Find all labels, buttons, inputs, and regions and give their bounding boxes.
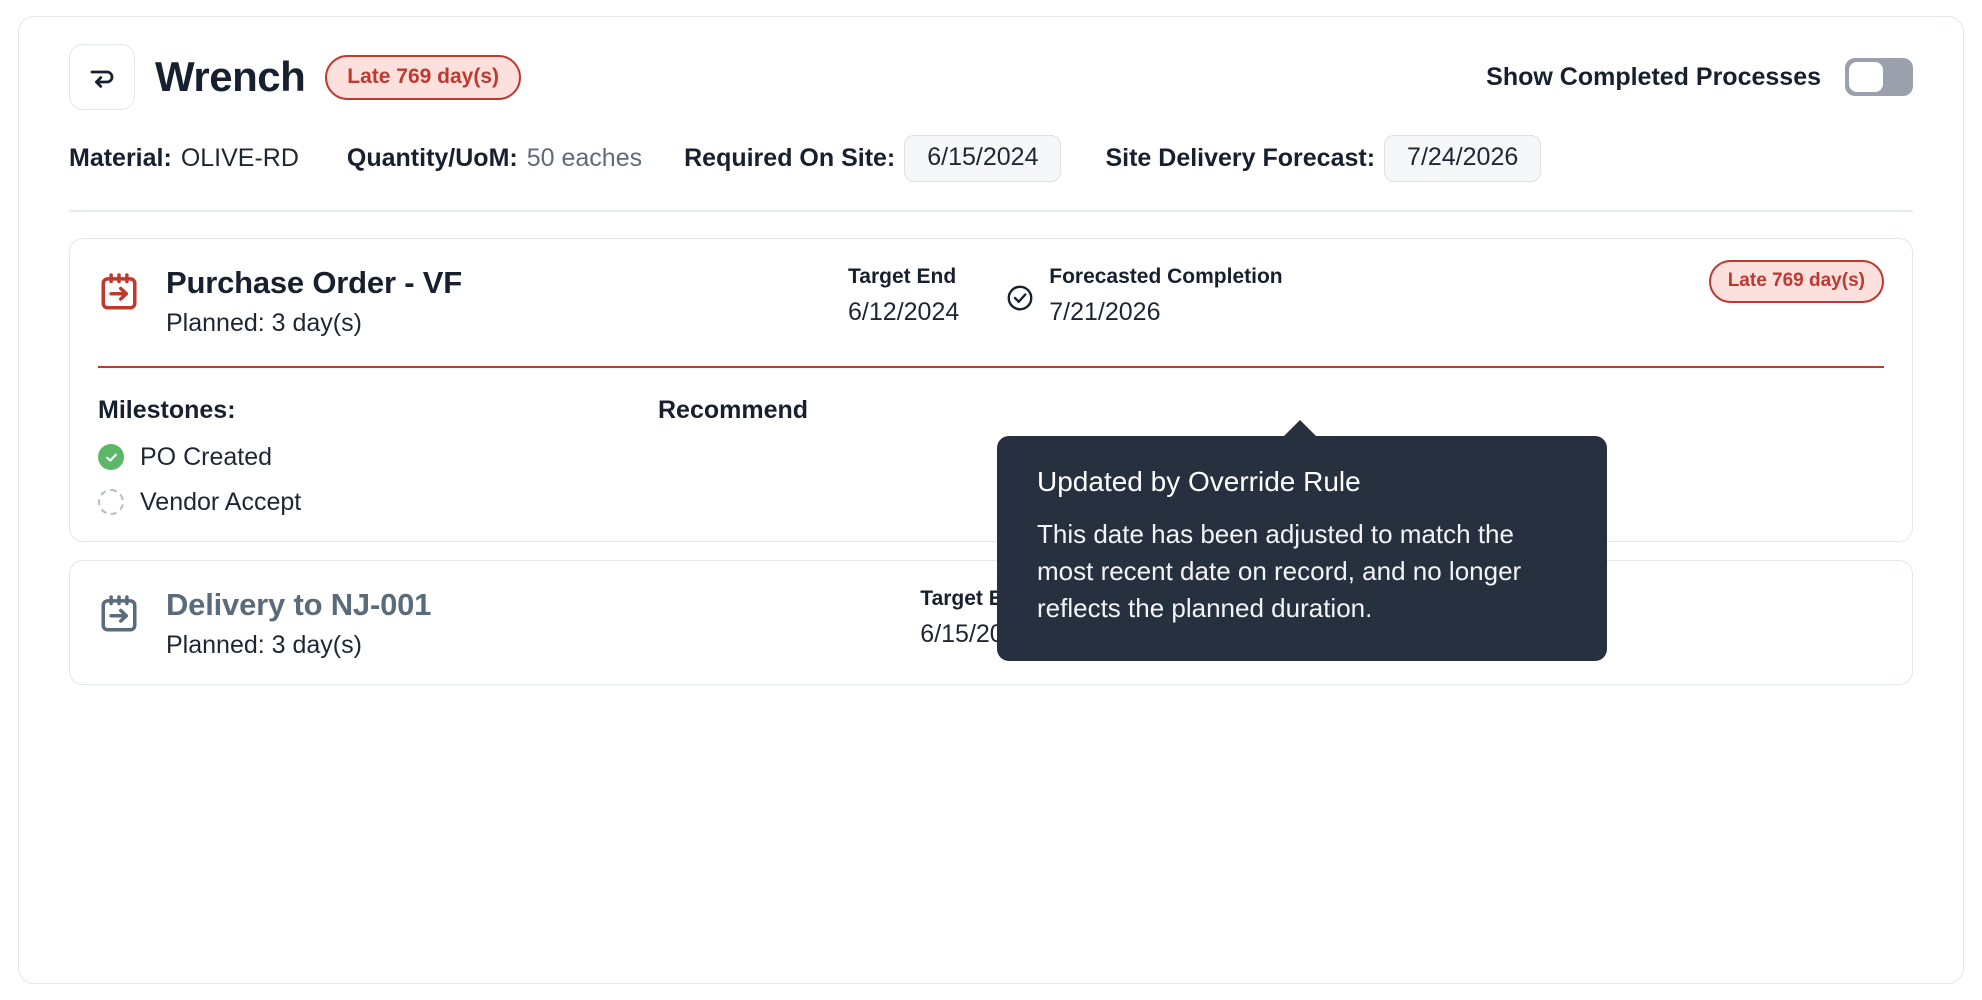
card-badge-slot xyxy=(1844,587,1884,593)
target-end-group: Target End 6/12/2024 xyxy=(848,265,959,327)
milestone-item[interactable]: Vendor Accept xyxy=(98,488,658,517)
card-badge-slot: Late 769 day(s) xyxy=(1669,265,1884,291)
toggle-knob xyxy=(1849,62,1883,92)
card-header: Delivery to NJ-001 Planned: 3 day(s) Tar… xyxy=(98,587,1884,661)
material-label: Material: xyxy=(69,144,172,173)
status-badge: Late 769 day(s) xyxy=(325,55,521,100)
card-dates: Target End 6/12/2024 Forecasted Completi… xyxy=(848,265,1283,327)
header: Wrench Late 769 day(s) Show Completed Pr… xyxy=(69,45,1913,109)
card-header: Purchase Order - VF Planned: 3 day(s) Ta… xyxy=(98,265,1884,339)
override-rule-tooltip: Updated by Override Rule This date has b… xyxy=(997,436,1607,661)
card-heading: Purchase Order - VF Planned: 3 day(s) xyxy=(166,265,462,339)
tooltip-title: Updated by Override Rule xyxy=(1037,464,1567,499)
site-delivery-forecast-input[interactable]: 7/24/2026 xyxy=(1384,135,1541,182)
forecasted-completion-value: 7/21/2026 xyxy=(1049,298,1282,327)
card-title[interactable]: Delivery to NJ-001 xyxy=(166,587,431,623)
site-delivery-forecast-label: Site Delivery Forecast: xyxy=(1105,144,1375,173)
process-card-purchase-order[interactable]: Purchase Order - VF Planned: 3 day(s) Ta… xyxy=(69,238,1913,542)
milestone-label: Vendor Accept xyxy=(140,488,301,517)
calendar-arrow-right-icon xyxy=(98,593,140,640)
show-completed-toggle[interactable] xyxy=(1845,58,1913,96)
required-on-site-input[interactable]: 6/15/2024 xyxy=(904,135,1061,182)
tooltip-body: This date has been adjusted to match the… xyxy=(1037,516,1567,627)
show-completed-toggle-group: Show Completed Processes xyxy=(1486,58,1913,96)
quantity-value: 50 eaches xyxy=(527,144,642,173)
card-status-badge: Late 769 day(s) xyxy=(1709,260,1884,303)
calendar-arrow-right-icon xyxy=(98,271,140,318)
quantity-field: Quantity/UoM: 50 eaches xyxy=(347,144,642,173)
site-delivery-forecast-field: Site Delivery Forecast: 7/24/2026 xyxy=(1105,135,1541,182)
target-end-label: Target End xyxy=(848,265,959,289)
card-body: Milestones: PO Created xyxy=(98,396,1884,517)
required-on-site-label: Required On Site: xyxy=(684,144,895,173)
check-circle-icon[interactable] xyxy=(1005,283,1035,318)
material-value: OLIVE-RD xyxy=(181,144,299,173)
forecasted-completion-label: Forecasted Completion xyxy=(1049,265,1282,289)
screen-root: Wrench Late 769 day(s) Show Completed Pr… xyxy=(0,0,1982,1000)
required-on-site-field: Required On Site: 6/15/2024 xyxy=(684,135,1061,182)
milestones-list: PO Created Vendor Accept xyxy=(98,443,658,517)
milestone-complete-icon xyxy=(98,444,124,470)
process-card-delivery[interactable]: Delivery to NJ-001 Planned: 3 day(s) Tar… xyxy=(69,560,1913,686)
card-heading: Delivery to NJ-001 Planned: 3 day(s) xyxy=(166,587,431,661)
return-arrow-icon xyxy=(87,62,117,92)
forecasted-completion-group: Forecasted Completion 7/21/2026 xyxy=(1049,265,1282,327)
material-field: Material: OLIVE-RD xyxy=(69,144,299,173)
milestones-label: Milestones: xyxy=(98,396,658,425)
recommendations-label: Recommend xyxy=(658,396,808,517)
card-title: Purchase Order - VF xyxy=(166,265,462,301)
process-list: Purchase Order - VF Planned: 3 day(s) Ta… xyxy=(69,238,1913,686)
milestones-section: Milestones: PO Created xyxy=(98,396,658,517)
card-planned-duration: Planned: 3 day(s) xyxy=(166,631,431,660)
header-divider xyxy=(69,210,1913,212)
card-divider xyxy=(98,366,1884,368)
process-detail-panel: Wrench Late 769 day(s) Show Completed Pr… xyxy=(18,16,1964,984)
meta-row: Material: OLIVE-RD Quantity/UoM: 50 each… xyxy=(69,135,1913,182)
page-title: Wrench xyxy=(155,53,305,101)
milestone-label: PO Created xyxy=(140,443,272,472)
show-completed-label: Show Completed Processes xyxy=(1486,63,1821,92)
card-planned-duration: Planned: 3 day(s) xyxy=(166,309,462,338)
back-button[interactable] xyxy=(69,44,135,110)
target-end-value: 6/12/2024 xyxy=(848,298,959,327)
milestone-pending-icon xyxy=(98,489,124,515)
quantity-label: Quantity/UoM: xyxy=(347,144,518,173)
milestone-item[interactable]: PO Created xyxy=(98,443,658,472)
